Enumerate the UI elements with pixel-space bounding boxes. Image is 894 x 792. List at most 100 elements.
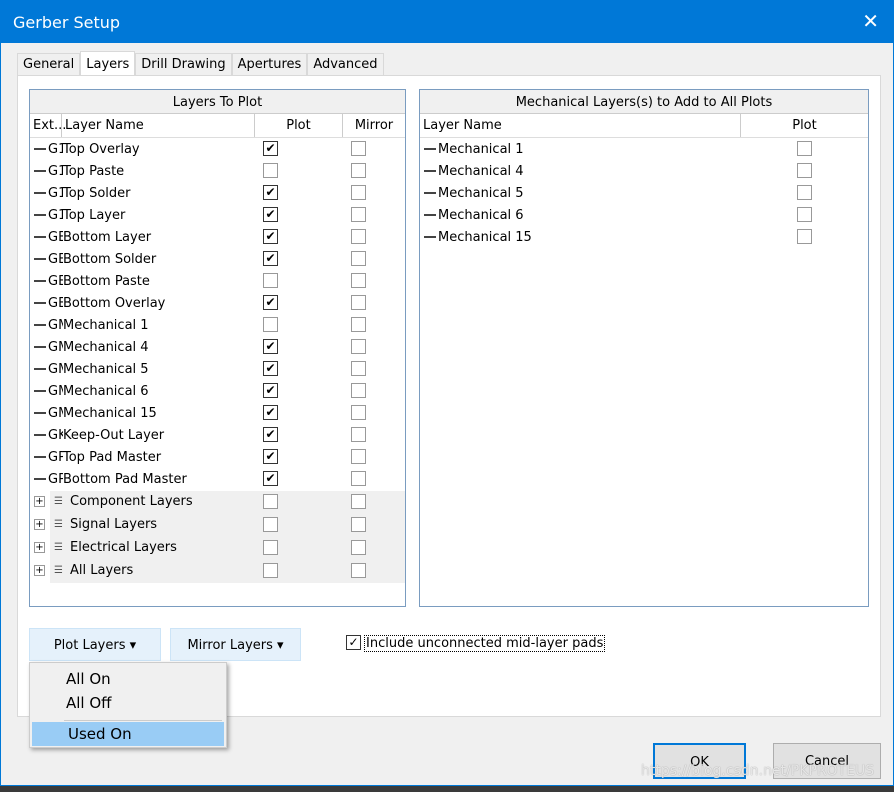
layer-row[interactable]: GP Bottom Pad Master ✔ bbox=[30, 468, 405, 490]
mirror-checkbox[interactable] bbox=[351, 295, 366, 310]
plot-checkbox[interactable]: ✔ bbox=[263, 471, 278, 486]
mirror-checkbox[interactable] bbox=[351, 427, 366, 442]
mirror-checkbox[interactable] bbox=[351, 405, 366, 420]
layer-row[interactable]: G1 Top Layer ✔ bbox=[30, 204, 405, 226]
plot-checkbox[interactable] bbox=[797, 141, 812, 156]
tab-advanced[interactable]: Advanced bbox=[307, 53, 384, 75]
layer-line-icon bbox=[424, 148, 436, 150]
layer-row[interactable]: GM Mechanical 4 ✔ bbox=[30, 336, 405, 358]
plot-checkbox[interactable]: ✔ bbox=[263, 361, 278, 376]
mirror-checkbox[interactable] bbox=[351, 540, 366, 555]
mirror-checkbox[interactable] bbox=[351, 361, 366, 376]
tab-drill-drawing[interactable]: Drill Drawing bbox=[135, 53, 232, 75]
plot-checkbox[interactable]: ✔ bbox=[263, 141, 278, 156]
layer-row[interactable]: GM Mechanical 15 ✔ bbox=[30, 402, 405, 424]
layer-group-row[interactable]: + ☰ Component Layers bbox=[34, 491, 405, 514]
col-layer-name[interactable]: Layer Name bbox=[420, 114, 741, 137]
mirror-checkbox[interactable] bbox=[351, 517, 366, 532]
plot-checkbox[interactable] bbox=[797, 163, 812, 178]
layer-row[interactable]: GM Mechanical 1 bbox=[30, 314, 405, 336]
mechanical-row[interactable]: Mechanical 5 bbox=[420, 182, 868, 204]
plot-checkbox[interactable]: ✔ bbox=[263, 449, 278, 464]
tab-apertures[interactable]: Apertures bbox=[231, 53, 308, 75]
plot-checkbox[interactable] bbox=[797, 229, 812, 244]
checkbox[interactable]: ✓ bbox=[346, 635, 361, 650]
mirror-checkbox[interactable] bbox=[351, 185, 366, 200]
mechanical-row[interactable]: Mechanical 6 bbox=[420, 204, 868, 226]
mirror-checkbox[interactable] bbox=[351, 273, 366, 288]
mirror-checkbox[interactable] bbox=[351, 229, 366, 244]
plot-checkbox[interactable] bbox=[263, 517, 278, 532]
plot-layers-button[interactable]: Plot Layers ▾ bbox=[29, 628, 161, 661]
plot-checkbox[interactable] bbox=[263, 163, 278, 178]
plot-checkbox[interactable] bbox=[263, 494, 278, 509]
layer-row[interactable]: GM Mechanical 5 ✔ bbox=[30, 358, 405, 380]
layer-group-row[interactable]: + ☰ Signal Layers bbox=[34, 514, 405, 537]
layer-name: Mechanical 5 bbox=[438, 185, 524, 201]
col-layer-name[interactable]: Layer Name bbox=[62, 114, 255, 137]
plot-checkbox[interactable]: ✔ bbox=[263, 229, 278, 244]
mechanical-row[interactable]: Mechanical 1 bbox=[420, 138, 868, 160]
layer-row[interactable]: GM Mechanical 6 ✔ bbox=[30, 380, 405, 402]
mirror-checkbox[interactable] bbox=[351, 494, 366, 509]
col-ext[interactable]: Ext... bbox=[30, 114, 66, 137]
expand-icon[interactable]: + bbox=[34, 542, 45, 553]
plot-checkbox[interactable]: ✔ bbox=[263, 339, 278, 354]
mirror-checkbox[interactable] bbox=[351, 251, 366, 266]
menu-item-all-on[interactable]: All On bbox=[30, 667, 226, 691]
plot-checkbox[interactable]: ✔ bbox=[263, 295, 278, 310]
layer-name: Bottom Layer bbox=[63, 229, 152, 245]
layer-row[interactable]: GE Bottom Overlay ✔ bbox=[30, 292, 405, 314]
layer-line-icon bbox=[34, 170, 46, 172]
plot-checkbox[interactable]: ✔ bbox=[263, 251, 278, 266]
mirror-checkbox[interactable] bbox=[351, 141, 366, 156]
plot-checkbox[interactable] bbox=[797, 185, 812, 200]
mirror-checkbox[interactable] bbox=[351, 449, 366, 464]
include-pads-label: Include unconnected mid-layer pads bbox=[364, 635, 606, 652]
mirror-layers-button[interactable]: Mirror Layers ▾ bbox=[170, 628, 301, 661]
mirror-checkbox[interactable] bbox=[351, 563, 366, 578]
mechanical-row[interactable]: Mechanical 15 bbox=[420, 226, 868, 248]
layer-row[interactable]: GP Top Pad Master ✔ bbox=[30, 446, 405, 468]
tab-general[interactable]: General bbox=[17, 53, 81, 75]
plot-checkbox[interactable] bbox=[263, 540, 278, 555]
mirror-checkbox[interactable] bbox=[351, 383, 366, 398]
col-mirror[interactable]: Mirror bbox=[343, 114, 405, 137]
layer-line-icon bbox=[34, 214, 46, 216]
plot-checkbox[interactable] bbox=[263, 563, 278, 578]
mirror-checkbox[interactable] bbox=[351, 163, 366, 178]
mechanical-row[interactable]: Mechanical 4 bbox=[420, 160, 868, 182]
plot-checkbox[interactable] bbox=[263, 273, 278, 288]
layer-row[interactable]: GE Bottom Layer ✔ bbox=[30, 226, 405, 248]
close-icon[interactable]: ✕ bbox=[862, 9, 879, 33]
title-bar: Gerber Setup ✕ bbox=[1, 1, 893, 43]
plot-checkbox[interactable]: ✔ bbox=[263, 405, 278, 420]
plot-checkbox[interactable]: ✔ bbox=[263, 383, 278, 398]
menu-item-all-off[interactable]: All Off bbox=[30, 691, 226, 715]
tab-layers[interactable]: Layers bbox=[80, 51, 136, 75]
plot-checkbox[interactable]: ✔ bbox=[263, 207, 278, 222]
expand-icon[interactable]: + bbox=[34, 496, 45, 507]
mirror-checkbox[interactable] bbox=[351, 207, 366, 222]
col-plot[interactable]: Plot bbox=[255, 114, 343, 137]
layer-group-row[interactable]: + ☰ All Layers bbox=[34, 560, 405, 583]
mirror-checkbox[interactable] bbox=[351, 317, 366, 332]
mirror-checkbox[interactable] bbox=[351, 471, 366, 486]
layer-row[interactable]: GE Bottom Solder ✔ bbox=[30, 248, 405, 270]
plot-checkbox[interactable] bbox=[263, 317, 278, 332]
layer-row[interactable]: GE Bottom Paste bbox=[30, 270, 405, 292]
mirror-checkbox[interactable] bbox=[351, 339, 366, 354]
layer-row[interactable]: G1 Top Paste bbox=[30, 160, 405, 182]
col-plot[interactable]: Plot bbox=[741, 114, 868, 137]
layer-row[interactable]: GK Keep-Out Layer ✔ bbox=[30, 424, 405, 446]
plot-checkbox[interactable] bbox=[797, 207, 812, 222]
layer-row[interactable]: G1 Top Solder ✔ bbox=[30, 182, 405, 204]
plot-checkbox[interactable]: ✔ bbox=[263, 427, 278, 442]
expand-icon[interactable]: + bbox=[34, 519, 45, 530]
layer-row[interactable]: G1 Top Overlay ✔ bbox=[30, 138, 405, 160]
menu-item-used-on[interactable]: Used On bbox=[32, 722, 224, 746]
layer-line-icon bbox=[424, 170, 436, 172]
layer-group-row[interactable]: + ☰ Electrical Layers bbox=[34, 537, 405, 560]
plot-checkbox[interactable]: ✔ bbox=[263, 185, 278, 200]
expand-icon[interactable]: + bbox=[34, 565, 45, 576]
